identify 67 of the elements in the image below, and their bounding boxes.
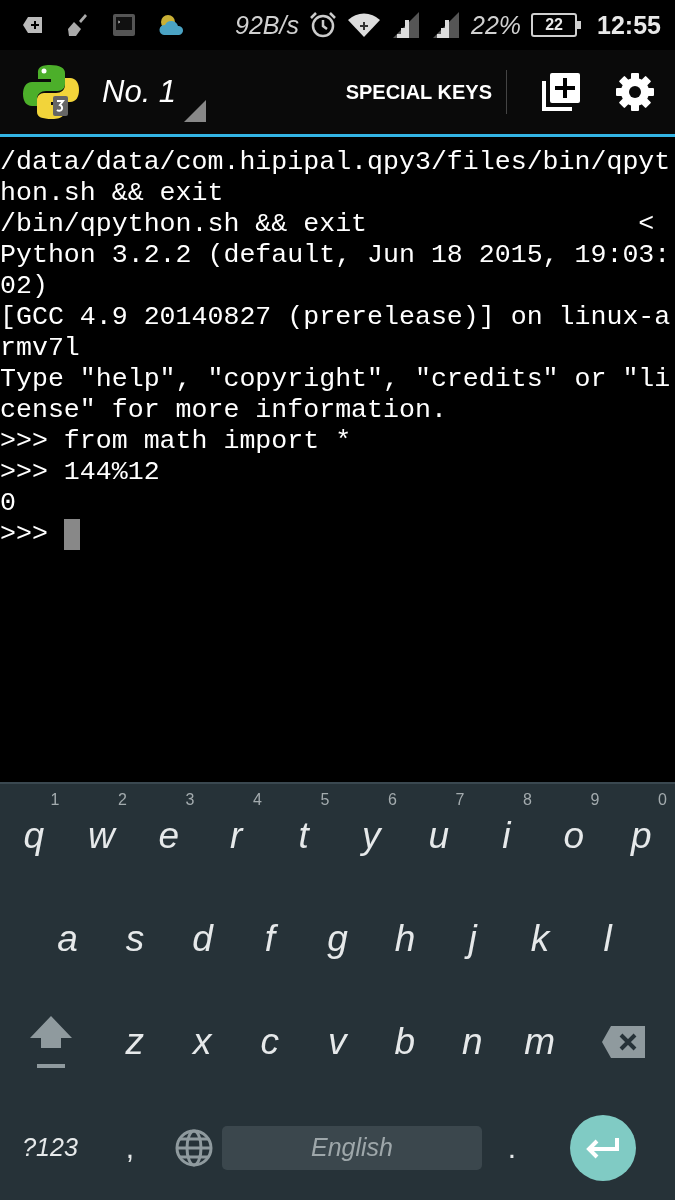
letter-key[interactable]: e 3 (135, 790, 203, 881)
globe-icon (174, 1127, 214, 1168)
battery-percent: 22% (471, 10, 522, 40)
terminal-line: >>> 144%12 (0, 457, 160, 488)
letter-key[interactable]: n (438, 996, 506, 1087)
letter-key[interactable]: t 5 (270, 790, 338, 881)
terminal-line: /data/data/com.hipipal.qpy3/files/bin/qpyt (0, 147, 671, 178)
letter-key[interactable]: p 0 (607, 790, 675, 881)
letter-key[interactable]: o 9 (540, 790, 608, 881)
comma-key[interactable]: , (100, 1129, 160, 1166)
letter-key[interactable]: v (303, 996, 371, 1087)
space-bar[interactable]: English (222, 1125, 482, 1170)
letter-key[interactable]: d (168, 893, 237, 984)
terminal-line: 0 (0, 488, 16, 519)
notification-icon (22, 16, 44, 34)
signal-icon (391, 11, 421, 39)
letter-key[interactable]: c (236, 996, 304, 1087)
return-icon (586, 1136, 620, 1159)
battery-icon: 22 (531, 13, 578, 37)
terminal-line: >>> (0, 519, 49, 550)
terminal-line: cense" for more information. (0, 395, 447, 426)
symbols-key[interactable]: ?123 (0, 1132, 100, 1163)
letter-key[interactable]: m (506, 996, 574, 1087)
terminal-line: hon.sh && exit (0, 178, 224, 209)
python-logo-icon (22, 63, 80, 121)
language-key[interactable] (174, 1127, 214, 1168)
signal-icon (431, 11, 461, 39)
letter-key[interactable]: a (33, 893, 102, 984)
letter-key[interactable]: q 1 (0, 790, 68, 881)
letter-key[interactable]: g (303, 893, 372, 984)
clock: 12:55 (597, 10, 661, 40)
letter-key[interactable]: i 8 (472, 790, 540, 881)
letter-key[interactable]: j (438, 893, 507, 984)
letter-key[interactable]: z (101, 996, 169, 1087)
letter-key[interactable]: u 7 (405, 790, 473, 881)
weather-icon (158, 13, 186, 37)
letter-key[interactable]: l (573, 893, 642, 984)
terminal-line: [GCC 4.9 20140827 (prerelease)] on linux-a (0, 302, 671, 333)
settings-button[interactable] (615, 72, 655, 112)
network-speed: 92B/s (235, 10, 299, 40)
terminal-line: >>> from math import * (0, 426, 352, 457)
letter-key[interactable]: r 4 (202, 790, 270, 881)
terminal-line: /bin/qpython.sh && exit < (0, 209, 655, 240)
session-selector[interactable]: No. 1 (96, 62, 207, 122)
alarm-icon (309, 11, 337, 39)
special-keys-button[interactable]: SPECIAL KEYS (331, 80, 506, 104)
dropdown-corner-icon (184, 100, 207, 122)
letter-key[interactable]: b (371, 996, 439, 1087)
terminal-line: Python 3.2.2 (default, Jun 18 2015, 19:03: (0, 240, 671, 271)
letter-key[interactable]: y 6 (337, 790, 405, 881)
add-window-icon (541, 72, 581, 112)
letter-key[interactable]: k (506, 893, 574, 984)
wifi-icon (347, 12, 381, 38)
terminal-icon (112, 13, 136, 37)
period-key[interactable]: . (482, 1129, 542, 1166)
settings-icon (615, 72, 655, 112)
terminal-line: 02) (0, 271, 48, 302)
letter-key[interactable]: f (236, 893, 304, 984)
letter-key[interactable]: s (101, 893, 169, 984)
terminal-line: rmv7l (0, 333, 80, 364)
new-window-button[interactable] (541, 72, 581, 112)
letter-key[interactable]: h (371, 893, 439, 984)
letter-key[interactable]: w 2 (67, 790, 135, 881)
backspace-icon (601, 1024, 647, 1059)
letter-key[interactable]: x (168, 996, 236, 1087)
terminal-line: Type "help", "copyright", "credits" or "li (0, 364, 671, 395)
broom-icon (66, 13, 90, 37)
